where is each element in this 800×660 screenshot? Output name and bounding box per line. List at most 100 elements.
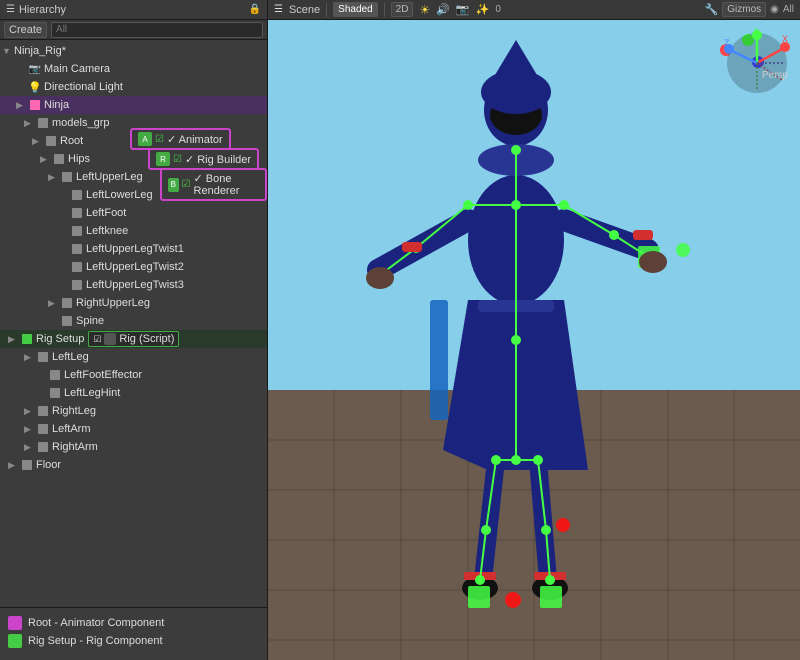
popup-rig-builder[interactable]: R ☑ ✓ Rig Builder xyxy=(148,148,259,170)
left-upper-leg-label: LeftUpperLeg xyxy=(76,171,143,183)
ninja-go-icon xyxy=(28,98,42,112)
right-arm-label: RightArm xyxy=(52,441,98,453)
scene-toolbar: ☰ Scene Shaded 2D ☀ 🔊 📷 ✨ 0 🔧 Gizmos ◉ A… xyxy=(268,0,800,20)
arrow-floor: ▶ xyxy=(8,460,18,471)
tree-item-directional-light[interactable]: ▶ 💡 Directional Light xyxy=(0,78,267,96)
rig-script-box: ☑ Rig (Script) xyxy=(88,331,179,347)
tree-item-floor[interactable]: ▶ Floor xyxy=(0,456,267,474)
right-upper-leg-icon xyxy=(60,296,74,310)
animator-popup-icon: A xyxy=(138,132,152,146)
legend-area: Root - Animator Component Rig Setup - Ri… xyxy=(0,607,267,660)
camera-scene-icon: 📷 xyxy=(456,3,470,16)
spine-square xyxy=(62,316,72,326)
arrow-left-leg: ▶ xyxy=(24,352,34,363)
tree-item-right-leg[interactable]: ▶ RightLeg xyxy=(0,402,267,420)
spine-label: Spine xyxy=(76,315,104,327)
tree-item-left-upper-leg-twist2[interactable]: ▶ LeftUpperLegTwist2 xyxy=(0,258,267,276)
leftknee-label: Leftknee xyxy=(86,225,128,237)
tree-item-ninja[interactable]: ▶ Ninja xyxy=(0,96,267,114)
twist1-square xyxy=(72,244,82,254)
create-button[interactable]: Create xyxy=(4,22,47,38)
rig-script-badge: ☑ Rig (Script) xyxy=(88,331,179,347)
left-upper-leg-square xyxy=(62,172,72,182)
right-leg-square xyxy=(38,406,48,416)
persp-label: Persp xyxy=(762,70,788,81)
left-leg-hint-square xyxy=(50,388,60,398)
right-leg-icon xyxy=(36,404,50,418)
tree-item-left-arm[interactable]: ▶ LeftArm xyxy=(0,420,267,438)
main-camera-label: Main Camera xyxy=(44,63,110,75)
popup-bone-renderer[interactable]: B ☑ ✓ Bone Renderer xyxy=(160,168,267,201)
scene-all-label: ◉ xyxy=(770,4,779,15)
rig-builder-checkbox: ☑ xyxy=(173,154,182,165)
arrow-left-arm: ▶ xyxy=(24,424,34,435)
floor-icon xyxy=(20,458,34,472)
left-leg-square xyxy=(38,352,48,362)
ninja-rig-label: Ninja_Rig* xyxy=(14,45,66,57)
tree-item-left-upper-leg-twist1[interactable]: ▶ LeftUpperLegTwist1 xyxy=(0,240,267,258)
tree-item-left-upper-leg-twist3[interactable]: ▶ LeftUpperLegTwist3 xyxy=(0,276,267,294)
rig-script-icon xyxy=(104,333,116,345)
right-leg-label: RightLeg xyxy=(52,405,96,417)
rig-builder-label: ✓ Rig Builder xyxy=(185,153,251,166)
tree-item-right-arm[interactable]: ▶ RightArm xyxy=(0,438,267,456)
tree-item-rig-setup[interactable]: ▶ Rig Setup ☑ Rig (Script) xyxy=(0,330,267,348)
ninja-label: Ninja xyxy=(44,99,69,111)
tree-item-main-camera[interactable]: ▶ 📷 Main Camera xyxy=(0,60,267,78)
twist2-label: LeftUpperLegTwist2 xyxy=(86,261,184,273)
tree-item-left-leg-hint[interactable]: ▶ LeftLegHint xyxy=(0,384,267,402)
right-arm-icon xyxy=(36,440,50,454)
left-foot-effector-square xyxy=(50,370,60,380)
twist1-label: LeftUpperLegTwist1 xyxy=(86,243,184,255)
legend-item-animator: Root - Animator Component xyxy=(8,616,259,630)
scene-panel: ☰ Scene Shaded 2D ☀ 🔊 📷 ✨ 0 🔧 Gizmos ◉ A… xyxy=(268,0,800,660)
rig-setup-square xyxy=(22,334,32,344)
directional-light-label: Directional Light xyxy=(44,81,123,93)
left-foot-effector-icon xyxy=(48,368,62,382)
left-lower-leg-square xyxy=(72,190,82,200)
tree-item-leftknee[interactable]: ▶ Leftknee xyxy=(0,222,267,240)
hierarchy-panel-header: ☰ Hierarchy 🔒 xyxy=(0,0,267,20)
left-upper-leg-icon xyxy=(60,170,74,184)
left-arm-label: LeftArm xyxy=(52,423,91,435)
leftknee-square xyxy=(72,226,82,236)
animator-label: ✓ Animator xyxy=(167,133,223,146)
root-square xyxy=(46,136,56,146)
lock-icon: 🔒 xyxy=(249,4,261,15)
view-2d-button[interactable]: 2D xyxy=(391,2,414,17)
bone-renderer-label: ✓ Bone Renderer xyxy=(194,172,259,197)
rig-setup-icon xyxy=(20,332,34,346)
left-arm-square xyxy=(38,424,48,434)
floor-label: Floor xyxy=(36,459,61,471)
models-grp-label: models_grp xyxy=(52,117,109,129)
tree-item-ninja-rig[interactable]: ▼ Ninja_Rig* xyxy=(0,42,267,60)
twist3-square xyxy=(72,280,82,290)
tree-item-spine[interactable]: ▶ Spine xyxy=(0,312,267,330)
hierarchy-search-input[interactable] xyxy=(51,22,263,38)
tree-item-right-upper-leg[interactable]: ▶ RightUpperLeg xyxy=(0,294,267,312)
scene-viewport[interactable]: X Y Z Persp xyxy=(268,20,800,660)
camera-icon: 📷 xyxy=(28,62,42,76)
twist2-icon xyxy=(70,260,84,274)
shading-button[interactable]: Shaded xyxy=(333,2,377,17)
tree-item-left-foot[interactable]: ▶ LeftFoot xyxy=(0,204,267,222)
twist1-icon xyxy=(70,242,84,256)
animator-checkbox: ☑ xyxy=(155,134,164,145)
popup-animator[interactable]: A ☑ ✓ Animator xyxy=(130,128,231,150)
twist3-icon xyxy=(70,278,84,292)
hips-label: Hips xyxy=(68,153,90,165)
wrench-icon: 🔧 xyxy=(705,3,719,16)
tree-item-left-leg[interactable]: ▶ LeftLeg xyxy=(0,348,267,366)
tree-item-left-foot-effector[interactable]: ▶ LeftFootEffector xyxy=(0,366,267,384)
left-leg-hint-icon xyxy=(48,386,62,400)
hierarchy-icon: ☰ xyxy=(6,4,15,15)
left-foot-label: LeftFoot xyxy=(86,207,126,219)
left-leg-label: LeftLeg xyxy=(52,351,89,363)
arrow-hips: ▶ xyxy=(40,154,50,165)
gizmos-button[interactable]: Gizmos xyxy=(722,2,766,17)
audio-icon: 🔊 xyxy=(436,3,450,16)
sun-icon: ☀ xyxy=(419,3,430,17)
arrow-right-leg: ▶ xyxy=(24,406,34,417)
arrow-ninja-rig: ▼ xyxy=(2,46,12,56)
scene-menu-icon: ☰ xyxy=(274,4,283,15)
